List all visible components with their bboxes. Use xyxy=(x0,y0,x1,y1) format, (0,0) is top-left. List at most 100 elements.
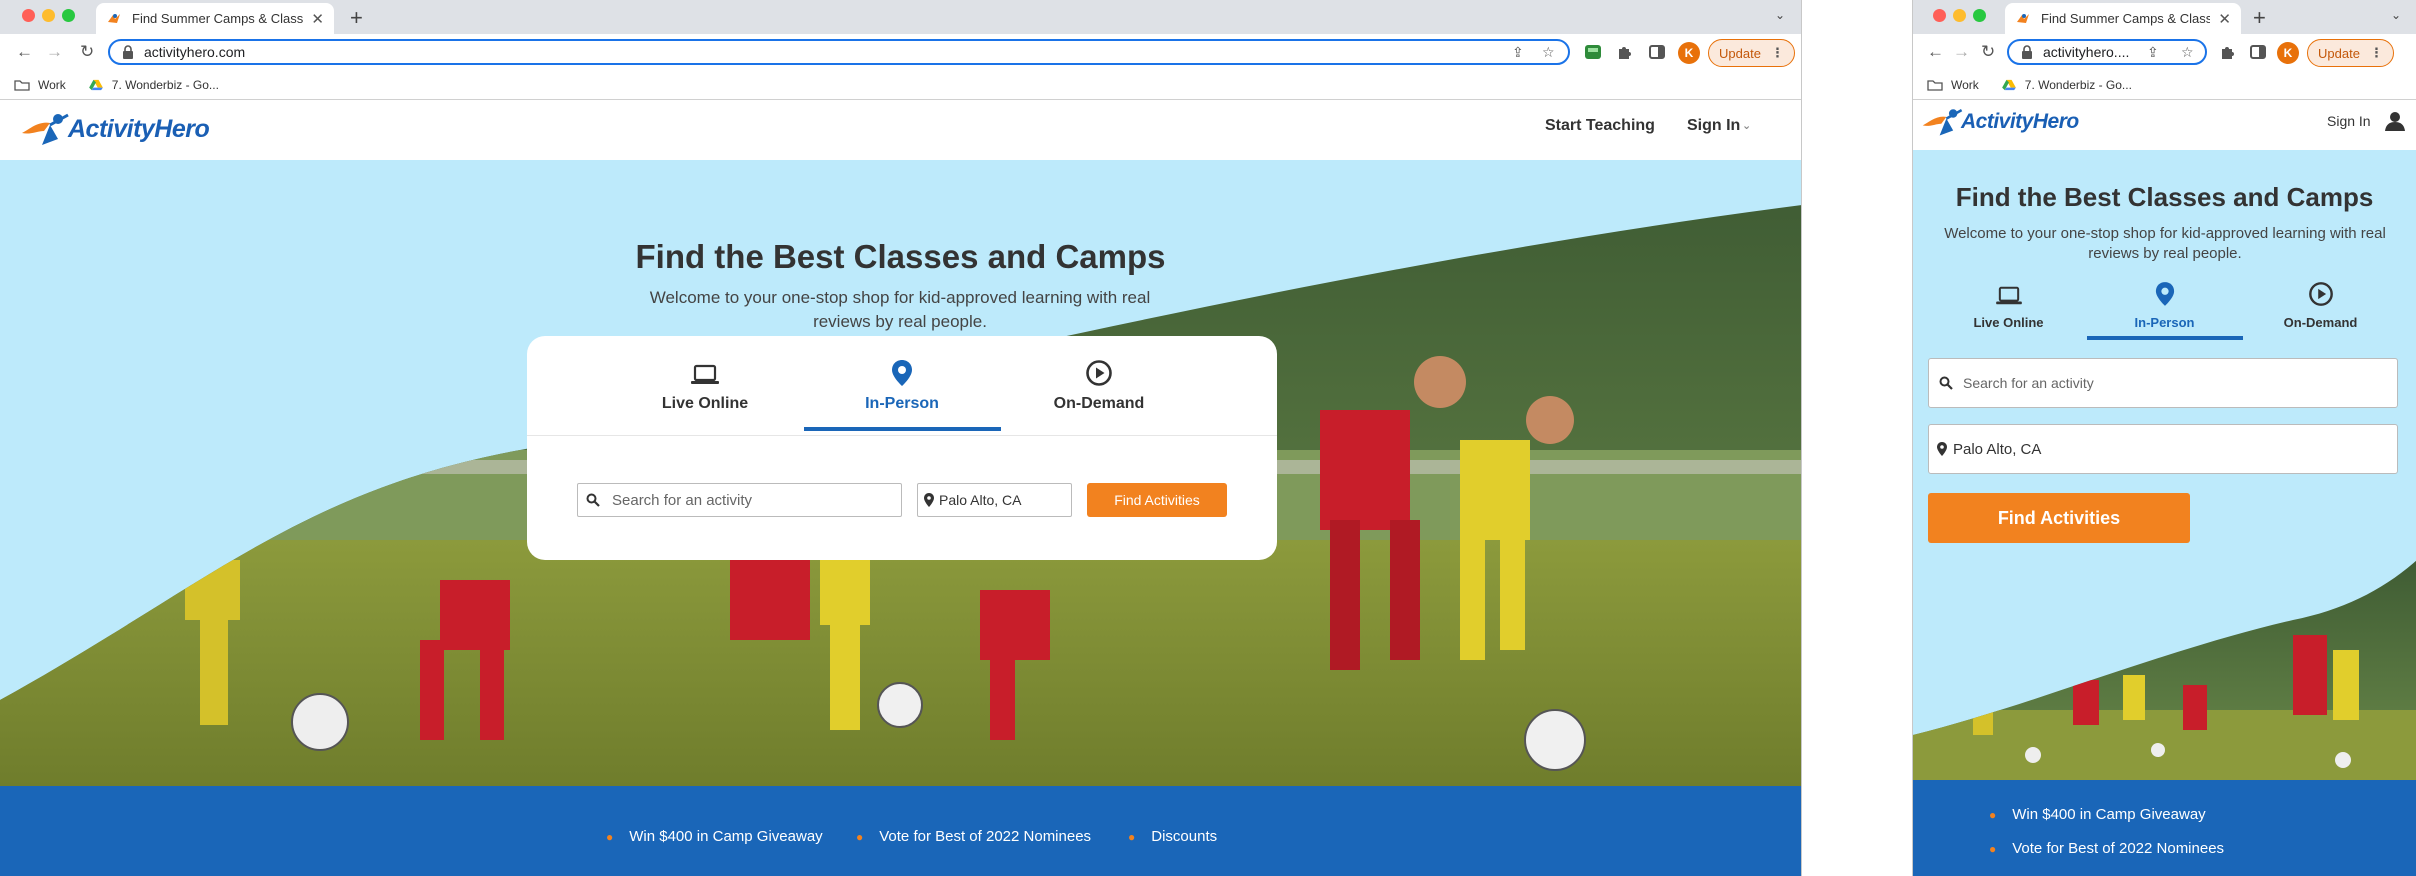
close-window-button[interactable] xyxy=(22,9,35,22)
bookmark-label: Work xyxy=(38,77,66,92)
tab-in-person[interactable]: In-Person xyxy=(2086,276,2243,340)
bullet-icon: ● xyxy=(856,829,864,844)
lock-icon xyxy=(2022,45,2032,59)
profile-avatar[interactable]: K xyxy=(1678,42,1700,64)
play-circle-icon xyxy=(1086,360,1112,386)
new-tab-icon[interactable]: + xyxy=(2253,5,2266,31)
find-activities-button[interactable]: Find Activities xyxy=(1087,483,1227,517)
screen: Find Summer Camps & Classes ✕ + ⌄ ← → ↻ … xyxy=(0,0,2416,876)
tab-in-person[interactable]: In-Person xyxy=(803,356,1001,431)
activityhero-logo[interactable]: ActivityHero xyxy=(20,109,210,149)
bookmark-star-icon[interactable]: ☆ xyxy=(2181,44,2194,61)
back-icon[interactable]: ← xyxy=(1927,42,1944,62)
hero-subtitle: Welcome to your one-stop shop for kid-ap… xyxy=(1944,225,2386,262)
profile-avatar[interactable]: K xyxy=(2277,42,2299,64)
address-bar[interactable]: activityhero.com ⇪ ☆ xyxy=(108,39,1570,65)
tab-on-demand[interactable]: On-Demand xyxy=(2243,276,2399,340)
maximize-window-button[interactable] xyxy=(62,9,75,22)
promo-label: Discounts xyxy=(1151,828,1218,845)
tab-underline xyxy=(1931,336,2087,340)
bookmark-work[interactable]: Work xyxy=(1927,78,1979,92)
search-card: Live Online In-Person On-Demand Search f… xyxy=(527,336,1277,560)
activity-search-input[interactable]: Search for an activity xyxy=(1928,358,2398,408)
back-icon[interactable]: ← xyxy=(16,42,33,62)
new-tab-icon[interactable]: + xyxy=(350,5,363,31)
start-teaching-link[interactable]: Start Teaching xyxy=(1545,117,1655,135)
lock-icon xyxy=(123,45,133,59)
location-input[interactable]: Palo Alto, CA xyxy=(1928,424,2398,474)
update-button[interactable]: Update ⋮ xyxy=(2307,39,2394,67)
card-divider xyxy=(527,435,1277,436)
reading-list-icon[interactable] xyxy=(1648,43,1666,61)
user-account-icon[interactable] xyxy=(2384,110,2406,132)
tab-label: On-Demand xyxy=(2283,315,2358,330)
promo-link-best-of[interactable]: ● Vote for Best of 2022 Nominees xyxy=(856,828,1091,845)
location-pin-icon xyxy=(924,493,934,507)
promo-link-best-of[interactable]: ● Vote for Best of 2022 Nominees xyxy=(1989,840,2224,857)
reload-icon[interactable]: ↻ xyxy=(1981,42,1995,62)
logo-text: ActivityHero xyxy=(68,114,210,143)
hero-title: Find the Best Classes and Camps xyxy=(1955,182,2374,212)
search-icon xyxy=(586,493,600,507)
bookmark-wonderbiz[interactable]: 7. Wonderbiz - Go... xyxy=(2001,78,2132,92)
tab-label: On-Demand xyxy=(1053,395,1145,412)
more-menu-icon[interactable]: ⋮ xyxy=(2370,45,2383,61)
promo-label: Vote for Best of 2022 Nominees xyxy=(2012,840,2225,857)
sign-in-link[interactable]: Sign In xyxy=(2327,113,2371,129)
maximize-window-button[interactable] xyxy=(1973,9,1986,22)
close-tab-icon[interactable]: ✕ xyxy=(311,10,324,28)
close-tab-icon[interactable]: ✕ xyxy=(2218,10,2231,28)
promo-bar: ● Win $400 in Camp Giveaway ● Vote for B… xyxy=(1913,780,2416,876)
bookmark-wonderbiz[interactable]: 7. Wonderbiz - Go... xyxy=(88,78,219,92)
tab-label: Live Online xyxy=(661,395,749,412)
minimize-window-button[interactable] xyxy=(1953,9,1966,22)
search-icon xyxy=(1939,376,1953,390)
site-header: ActivityHero Sign In xyxy=(1913,101,2416,150)
bookmark-work[interactable]: Work xyxy=(14,78,66,92)
location-value: Palo Alto, CA xyxy=(1953,440,2042,458)
forward-icon[interactable]: → xyxy=(46,42,63,62)
close-window-button[interactable] xyxy=(1933,9,1946,22)
tab-label: Live Online xyxy=(1973,315,2044,330)
tab-search-chevron-icon[interactable]: ⌄ xyxy=(2391,8,2401,22)
promo-link-giveaway[interactable]: ● Win $400 in Camp Giveaway xyxy=(606,828,823,845)
share-icon[interactable]: ⇪ xyxy=(1512,44,1524,61)
browser-tab[interactable]: Find Summer Camps & Classes ✕ xyxy=(2005,3,2241,34)
tab-strip: Find Summer Camps & Classes ✕ + ⌄ xyxy=(1913,0,2416,34)
location-input[interactable]: Palo Alto, CA xyxy=(917,483,1072,517)
promo-link-giveaway[interactable]: ● Win $400 in Camp Giveaway xyxy=(1989,806,2206,823)
find-activities-button[interactable]: Find Activities xyxy=(1928,493,2190,543)
tab-strip: Find Summer Camps & Classes ✕ + ⌄ xyxy=(0,0,1801,34)
minimize-window-button[interactable] xyxy=(42,9,55,22)
extension-green-icon[interactable] xyxy=(1584,43,1602,61)
address-bar[interactable]: activityhero.... ⇪ ☆ xyxy=(2007,39,2207,65)
reload-icon[interactable]: ↻ xyxy=(80,42,94,62)
tab-live-online[interactable]: Live Online xyxy=(607,356,804,431)
activityhero-logo[interactable]: ActivityHero xyxy=(1921,105,2079,139)
tab-underline xyxy=(607,427,804,431)
extensions-puzzle-icon[interactable] xyxy=(1616,43,1634,61)
browser-tab[interactable]: Find Summer Camps & Classes ✕ xyxy=(96,3,334,34)
laptop-icon xyxy=(691,364,719,384)
tab-live-online[interactable]: Live Online xyxy=(1931,276,2087,340)
tab-on-demand[interactable]: On-Demand xyxy=(1001,356,1198,431)
tab-title: Find Summer Camps & Classes xyxy=(2041,11,2211,26)
tab-underline xyxy=(2243,336,2399,340)
sign-in-chevron-icon[interactable]: ⌄ xyxy=(1742,119,1751,132)
bookmark-label: 7. Wonderbiz - Go... xyxy=(2024,77,2132,92)
extensions-puzzle-icon[interactable] xyxy=(2219,43,2237,61)
bookmarks-bar: Work 7. Wonderbiz - Go... xyxy=(0,70,1801,100)
reading-list-icon[interactable] xyxy=(2249,43,2267,61)
update-button[interactable]: Update ⋮ xyxy=(1708,39,1795,67)
bookmark-star-icon[interactable]: ☆ xyxy=(1542,44,1555,61)
tab-label: In-Person xyxy=(865,395,939,412)
tab-search-chevron-icon[interactable]: ⌄ xyxy=(1775,8,1785,22)
activity-search-input[interactable]: Search for an activity xyxy=(577,483,902,517)
sign-in-link[interactable]: Sign In xyxy=(1687,117,1740,135)
bullet-icon: ● xyxy=(606,829,614,844)
promo-link-discounts[interactable]: ● Discounts xyxy=(1128,828,1217,845)
share-icon[interactable]: ⇪ xyxy=(2147,44,2159,61)
more-menu-icon[interactable]: ⋮ xyxy=(1771,45,1784,61)
promo-label: Win $400 in Camp Giveaway xyxy=(629,828,823,845)
forward-icon[interactable]: → xyxy=(1953,42,1970,62)
